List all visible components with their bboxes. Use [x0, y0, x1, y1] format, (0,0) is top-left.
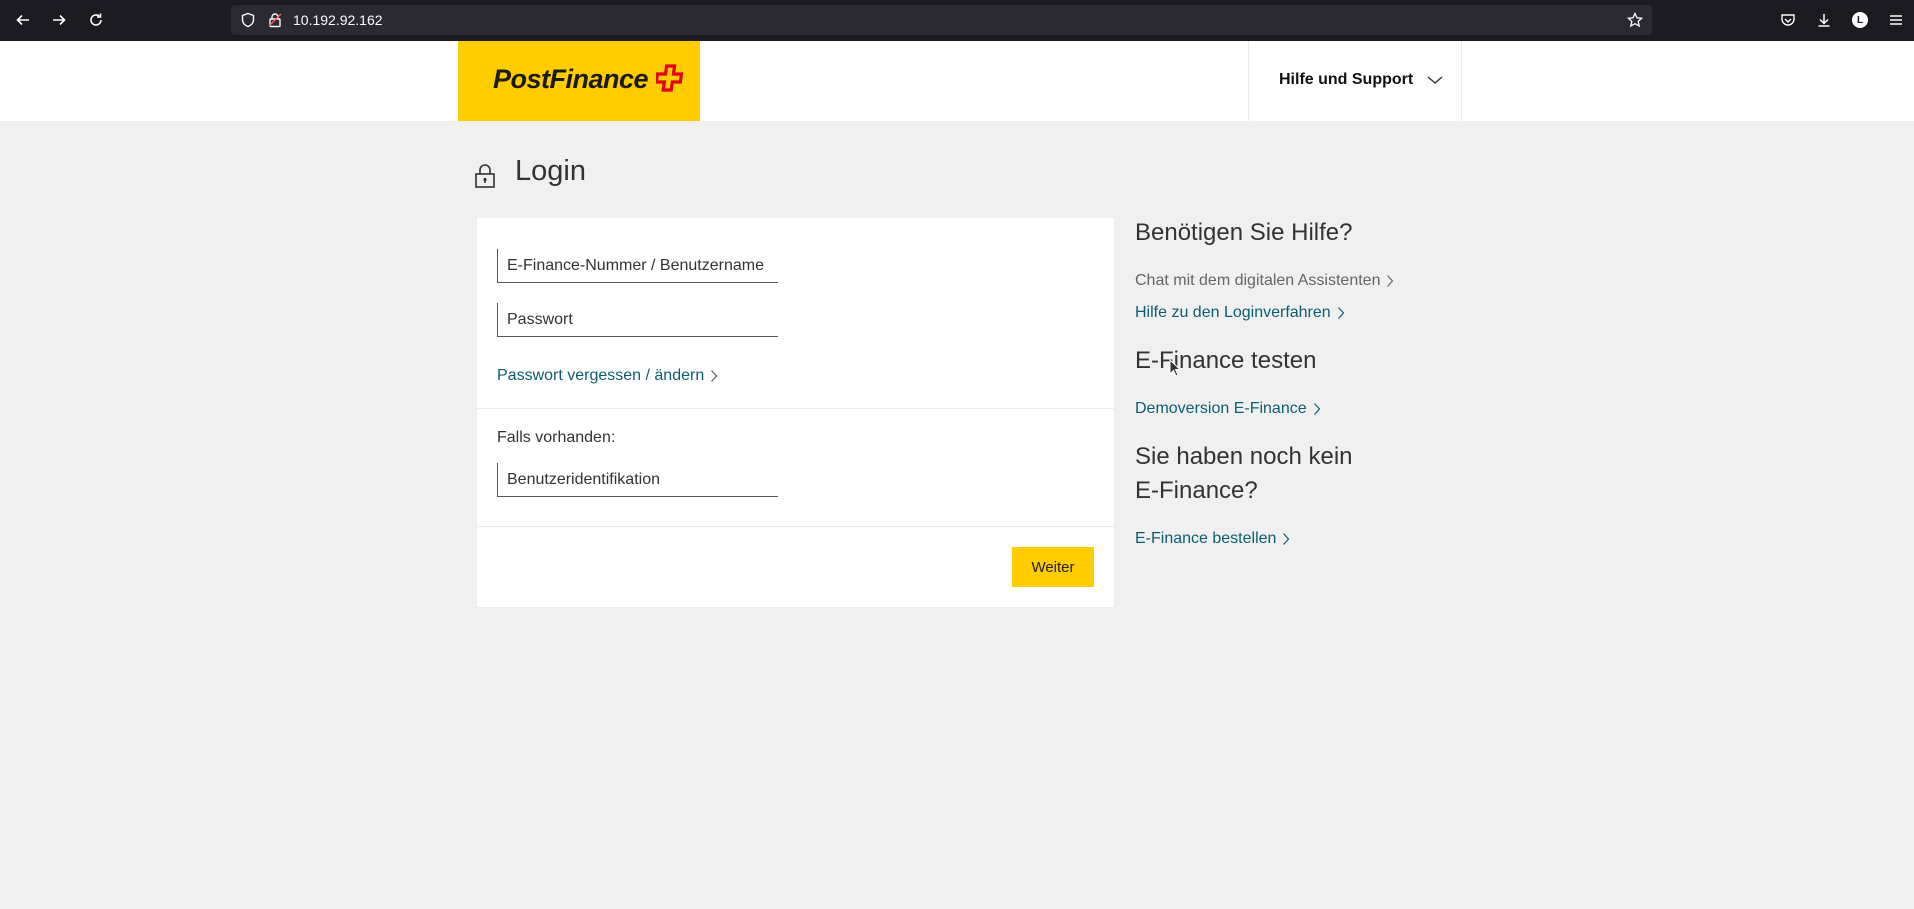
user-identification-input[interactable]: [498, 463, 778, 496]
address-bar[interactable]: 10.192.92.162: [231, 5, 1652, 35]
lock-icon: [475, 164, 495, 188]
login-help-link[interactable]: Hilfe zu den Loginverfahren: [1135, 304, 1345, 322]
userid-field-wrapper: [497, 463, 778, 497]
username-field-wrapper: [497, 249, 778, 283]
mouse-cursor-icon: [1169, 359, 1181, 377]
help-support-menu[interactable]: Hilfe und Support: [1248, 41, 1462, 121]
chevron-down-icon: [1427, 76, 1443, 84]
forgot-password-label: Passwort vergessen / ändern: [497, 367, 705, 384]
username-input[interactable]: [498, 249, 778, 282]
reload-icon: [90, 13, 102, 26]
chevron-right-icon: [1283, 533, 1290, 545]
pocket-icon: [1781, 14, 1795, 26]
menu-button[interactable]: [1884, 8, 1908, 32]
chevron-right-icon: [1313, 403, 1320, 415]
forgot-password-link[interactable]: Passwort vergessen / ändern: [497, 367, 718, 385]
demo-label: Demoversion E-Finance: [1135, 400, 1307, 417]
test-heading: E-Finance testen: [1135, 347, 1317, 374]
menu-icon: [1890, 15, 1902, 25]
chevron-right-icon: [711, 370, 718, 382]
avatar: L: [1852, 12, 1868, 28]
forward-icon: [53, 14, 66, 26]
optional-label: Falls vorhanden:: [497, 429, 616, 446]
back-icon: [16, 14, 29, 26]
forward-button[interactable]: [47, 8, 71, 32]
password-field-wrapper: [497, 303, 778, 337]
password-input[interactable]: [498, 303, 778, 336]
no-account-heading-line1: Sie haben noch kein: [1135, 443, 1353, 470]
reload-button[interactable]: [84, 8, 108, 32]
continue-button[interactable]: Weiter: [1012, 547, 1094, 587]
divider: [477, 408, 1114, 409]
chevron-right-icon: [1387, 275, 1394, 287]
account-button[interactable]: L: [1848, 8, 1872, 32]
help-support-label: Hilfe und Support: [1279, 71, 1414, 88]
site-header: PostFinance Hilfe und Support: [0, 41, 1914, 121]
chat-assistant-link[interactable]: Chat mit dem digitalen Assistenten: [1135, 272, 1394, 290]
lock-warning-icon[interactable]: [267, 12, 283, 28]
chat-assistant-label: Chat mit dem digitalen Assistenten: [1135, 272, 1381, 289]
login-help-label: Hilfe zu den Loginverfahren: [1135, 304, 1331, 321]
page-title: Login: [515, 155, 586, 187]
back-button[interactable]: [11, 8, 35, 32]
star-icon[interactable]: [1627, 12, 1643, 28]
url-text: 10.192.92.162: [293, 12, 383, 28]
order-efinance-label: E-Finance bestellen: [1135, 530, 1277, 547]
download-icon: [1818, 14, 1830, 27]
downloads-button[interactable]: [1812, 8, 1836, 32]
postfinance-logo[interactable]: PostFinance: [458, 41, 700, 121]
logo-text: PostFinance: [493, 64, 649, 94]
demo-link[interactable]: Demoversion E-Finance: [1135, 400, 1321, 418]
pocket-button[interactable]: [1776, 8, 1800, 32]
swiss-cross-icon: [656, 64, 684, 92]
browser-toolbar: 10.192.92.162 L: [0, 0, 1914, 41]
divider: [477, 526, 1114, 527]
help-heading: Benötigen Sie Hilfe?: [1135, 219, 1353, 246]
chevron-right-icon: [1337, 307, 1344, 319]
no-account-heading-line2: E-Finance?: [1135, 477, 1258, 504]
login-card: Passwort vergessen / ändern Falls vorhan…: [477, 218, 1114, 607]
shield-icon[interactable]: [240, 12, 256, 28]
no-account-heading: Sie haben noch kein E-Finance?: [1135, 440, 1353, 508]
order-efinance-link[interactable]: E-Finance bestellen: [1135, 530, 1290, 548]
